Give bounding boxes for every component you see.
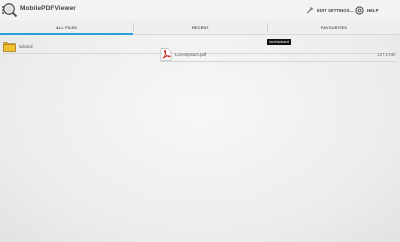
file-size: 127.2 KB (377, 51, 395, 57)
pdf-icon (160, 47, 172, 61)
help-label: HELP (367, 7, 379, 13)
tab-favourites[interactable]: FAVOURITES (268, 20, 400, 35)
row-divider (160, 61, 397, 62)
file-name: LoremIpsum.pdf (175, 51, 207, 57)
help-button[interactable]: HELP (355, 3, 378, 17)
app-title: MobilePDFViewer (20, 5, 76, 12)
folder-name: sdcard (19, 43, 33, 49)
edit-settings-button[interactable]: EDIT SETTINGS... (306, 3, 353, 17)
path-tooltip: /mnt/sdcard (267, 39, 291, 45)
app-logo-icon[interactable] (2, 2, 18, 18)
help-icon (355, 5, 364, 15)
tab-recent[interactable]: RECENT (134, 20, 267, 35)
selected-tab-indicator (0, 33, 133, 35)
file-row[interactable]: LoremIpsum.pdf 127.2 KB (160, 47, 397, 61)
edit-settings-label: EDIT SETTINGS... (317, 7, 354, 13)
action-bar: MobilePDFViewer EDIT SETTINGS... HELP (0, 0, 400, 20)
wrench-icon (306, 6, 314, 14)
folder-icon (3, 41, 16, 52)
